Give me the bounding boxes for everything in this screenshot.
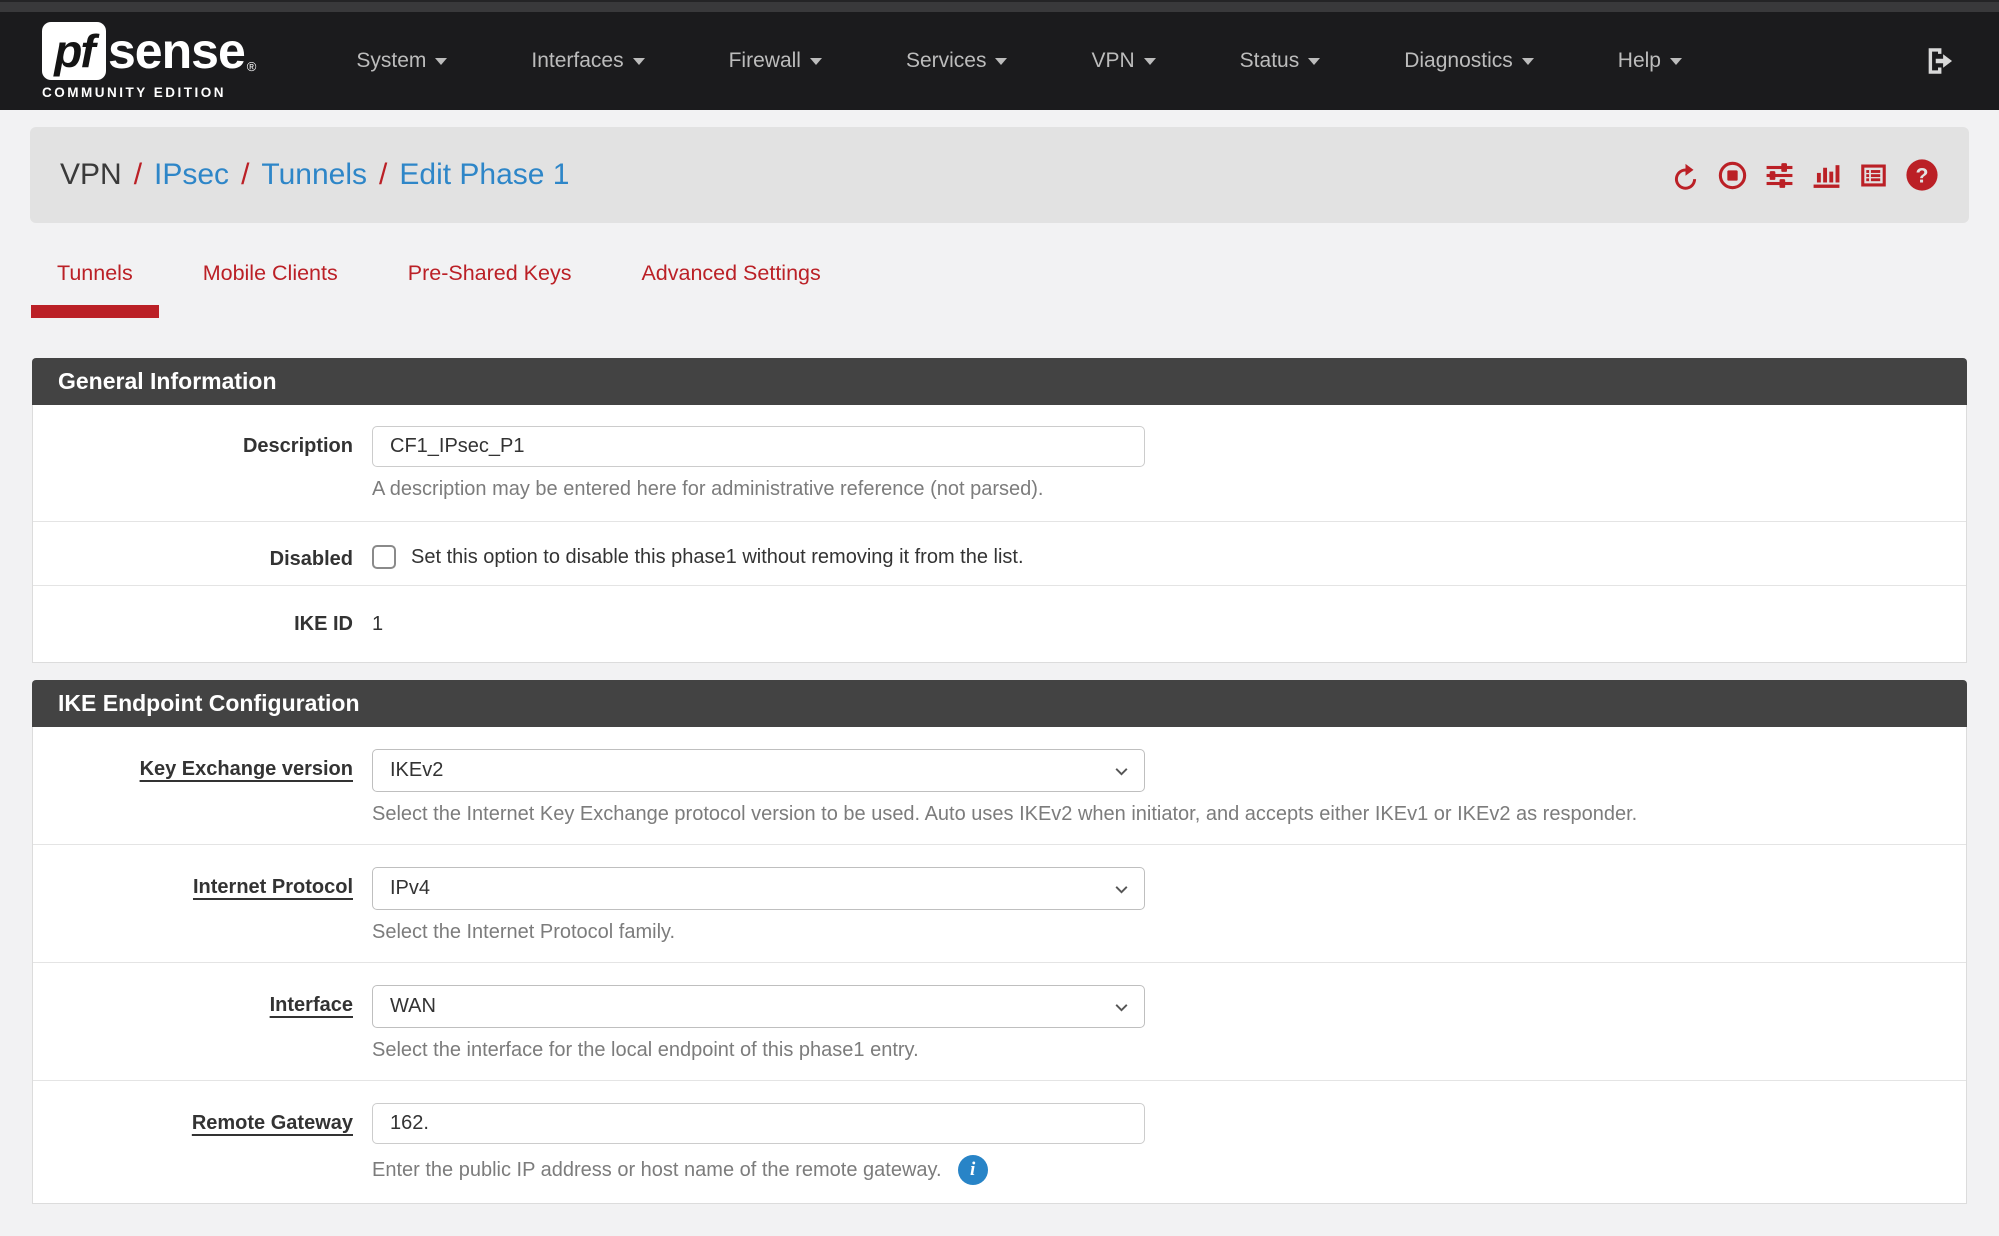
interface-label: Interface (33, 985, 372, 1062)
menu-help[interactable]: Help (1576, 49, 1724, 73)
pf-logo-box: pf (42, 22, 106, 80)
panel-title: IKE Endpoint Configuration (58, 690, 360, 717)
menu-firewall[interactable]: Firewall (687, 49, 864, 73)
bar-chart-icon[interactable] (1811, 160, 1842, 191)
sense-logo-text: sense (108, 22, 245, 80)
tab-pre-shared-keys[interactable]: Pre-Shared Keys (382, 261, 598, 318)
ike-endpoint-header: IKE Endpoint Configuration (32, 680, 1967, 727)
interface-select[interactable]: WAN (372, 985, 1145, 1028)
breadcrumb-link-tunnels[interactable]: Tunnels (261, 158, 367, 192)
ike-id-value: 1 (372, 604, 1926, 636)
remote-gateway-label: Remote Gateway (33, 1103, 372, 1185)
breadcrumb-section: VPN (60, 158, 122, 192)
internet-protocol-help: Select the Internet Protocol family. (372, 921, 1926, 944)
navbar-top-strip (0, 0, 1999, 12)
key-exchange-label: Key Exchange version (33, 749, 372, 826)
interface-help: Select the interface for the local endpo… (372, 1039, 1926, 1062)
internet-protocol-value: IPv4 (390, 877, 430, 900)
internet-protocol-select[interactable]: IPv4 (372, 867, 1145, 910)
tab-advanced-settings[interactable]: Advanced Settings (615, 261, 846, 318)
tab-tunnels[interactable]: Tunnels (31, 261, 159, 318)
main-menu: System Interfaces Firewall Services VPN … (314, 49, 1724, 73)
remote-gateway-row: Remote Gateway Enter the public IP addre… (33, 1080, 1966, 1203)
key-exchange-value: IKEv2 (390, 759, 443, 782)
svg-text:?: ? (1916, 163, 1929, 187)
disabled-checkbox[interactable] (372, 545, 396, 569)
panel-title: General Information (58, 368, 277, 395)
menu-system[interactable]: System (314, 49, 489, 73)
menu-diagnostics[interactable]: Diagnostics (1362, 49, 1576, 73)
pfsense-logo[interactable]: pf sense ® COMMUNITY EDITION (42, 22, 256, 100)
breadcrumb-separator: / (241, 158, 249, 192)
description-help: A description may be entered here for ad… (372, 478, 1926, 501)
general-information-header: General Information (32, 358, 1967, 405)
chevron-down-icon (1308, 58, 1320, 65)
list-icon[interactable] (1858, 160, 1889, 191)
registered-mark: ® (247, 59, 257, 74)
tab-mobile-clients[interactable]: Mobile Clients (177, 261, 364, 318)
interface-value: WAN (390, 995, 436, 1018)
internet-protocol-row: Internet Protocol IPv4 Select the Intern… (33, 844, 1966, 962)
chevron-down-icon (1670, 58, 1682, 65)
disabled-checkbox-label: Set this option to disable this phase1 w… (411, 546, 1024, 569)
chevron-down-icon (1113, 763, 1130, 780)
disabled-row: Disabled Set this option to disable this… (33, 521, 1966, 585)
stop-icon[interactable] (1717, 160, 1748, 191)
key-exchange-row: Key Exchange version IKEv2 Select the In… (33, 727, 1966, 844)
key-exchange-select[interactable]: IKEv2 (372, 749, 1145, 792)
menu-status[interactable]: Status (1198, 49, 1363, 73)
remote-gateway-input[interactable] (372, 1103, 1145, 1144)
sliders-icon[interactable] (1764, 160, 1795, 191)
chevron-down-icon (810, 58, 822, 65)
key-exchange-help: Select the Internet Key Exchange protoco… (372, 803, 1926, 826)
chevron-down-icon (1113, 881, 1130, 898)
chevron-down-icon (435, 58, 447, 65)
refresh-icon[interactable] (1670, 160, 1701, 191)
chevron-down-icon (1144, 58, 1156, 65)
chevron-down-icon (1113, 999, 1130, 1016)
ike-endpoint-panel: IKE Endpoint Configuration Key Exchange … (32, 680, 1967, 1204)
menu-vpn[interactable]: VPN (1049, 49, 1197, 73)
breadcrumb-link-ipsec[interactable]: IPsec (154, 158, 229, 192)
breadcrumb-link-edit-phase1[interactable]: Edit Phase 1 (399, 158, 569, 192)
page-action-icons: ? (1670, 158, 1939, 192)
description-input[interactable] (372, 426, 1145, 467)
breadcrumb-bar: VPN / IPsec / Tunnels / Edit Phase 1 (30, 127, 1969, 223)
pf-logo-text: pf (54, 24, 93, 78)
community-edition-label: COMMUNITY EDITION (42, 85, 256, 100)
breadcrumb-separator: / (134, 158, 142, 192)
ike-id-row: IKE ID 1 (33, 585, 1966, 662)
chevron-down-icon (995, 58, 1007, 65)
sign-out-icon[interactable] (1923, 44, 1957, 78)
interface-row: Interface WAN Select the interface for t… (33, 962, 1966, 1080)
tab-bar: Tunnels Mobile Clients Pre-Shared Keys A… (31, 261, 1969, 318)
internet-protocol-label: Internet Protocol (33, 867, 372, 944)
menu-interfaces[interactable]: Interfaces (489, 49, 686, 73)
menu-services[interactable]: Services (864, 49, 1050, 73)
info-icon[interactable]: i (958, 1155, 988, 1185)
remote-gateway-help: Enter the public IP address or host name… (372, 1159, 942, 1182)
top-navbar: pf sense ® COMMUNITY EDITION System Inte… (0, 0, 1999, 110)
description-row: Description A description may be entered… (33, 405, 1966, 521)
chevron-down-icon (1522, 58, 1534, 65)
disabled-label: Disabled (33, 539, 372, 571)
breadcrumb: VPN / IPsec / Tunnels / Edit Phase 1 (60, 158, 570, 192)
help-icon[interactable]: ? (1905, 158, 1939, 192)
chevron-down-icon (633, 58, 645, 65)
general-information-panel: General Information Description A descri… (32, 358, 1967, 663)
ike-id-label: IKE ID (33, 604, 372, 636)
description-label: Description (33, 426, 372, 501)
breadcrumb-separator: / (379, 158, 387, 192)
